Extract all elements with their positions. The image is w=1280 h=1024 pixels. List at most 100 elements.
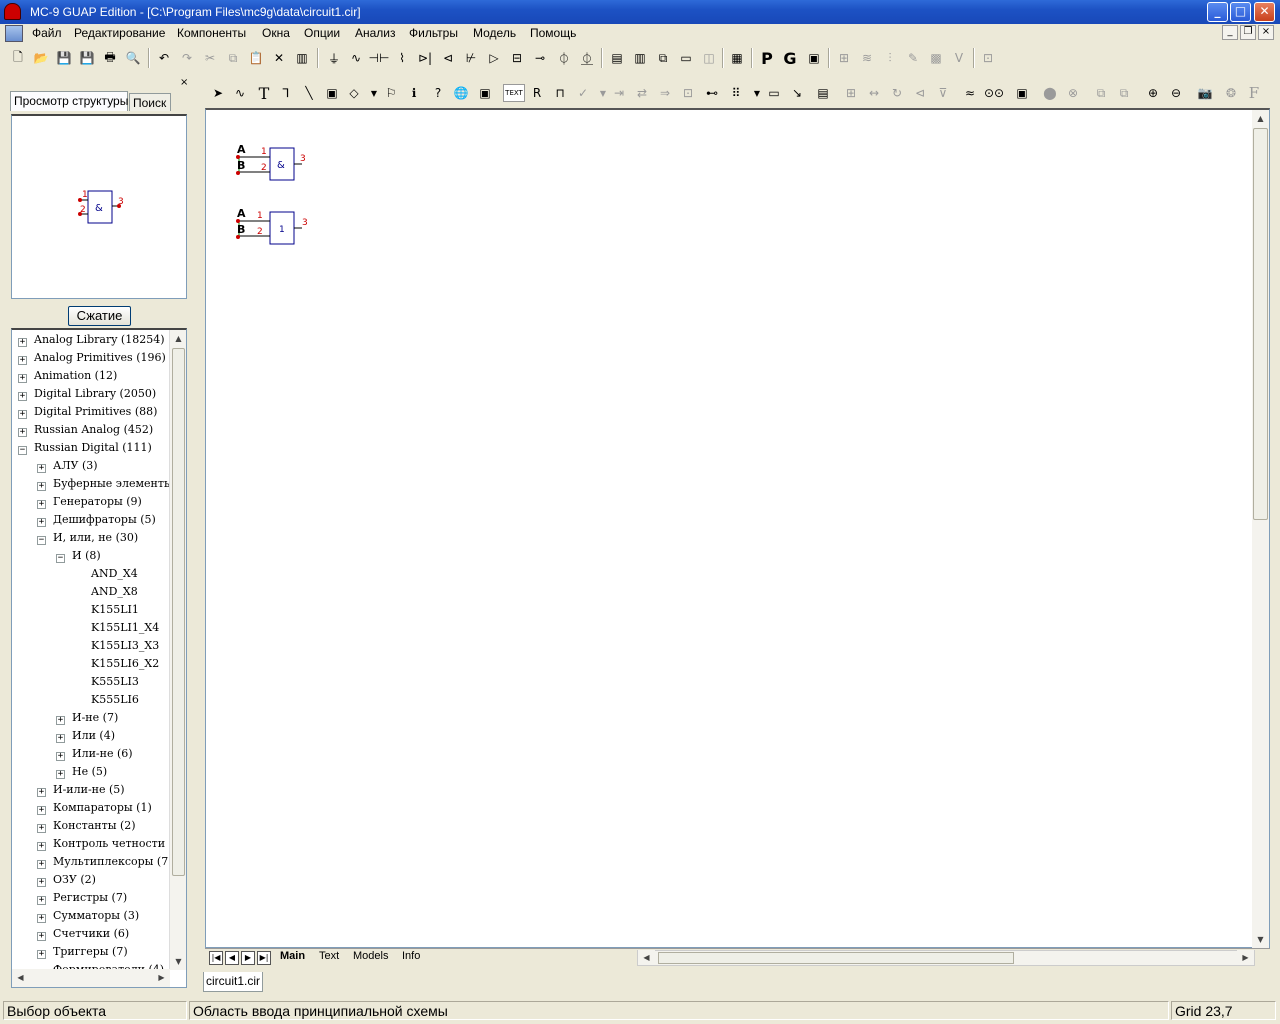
power-icon[interactable]: ⇄ bbox=[633, 84, 651, 102]
delete-icon[interactable]: ✕ bbox=[270, 49, 288, 67]
redo-icon[interactable]: ↷ bbox=[178, 49, 196, 67]
menu-analysis[interactable]: Анализ bbox=[355, 26, 396, 40]
font-icon[interactable]: F bbox=[1245, 84, 1263, 102]
tree-item[interactable]: Генераторы (9) bbox=[53, 495, 142, 508]
tree-leaf[interactable]: K155LI6_X2 bbox=[91, 657, 159, 670]
tree-item[interactable]: ОЗУ (2) bbox=[53, 873, 96, 886]
tree-horizontal-scrollbar[interactable]: ◀ ▶ bbox=[12, 969, 170, 987]
pin-connection-icon[interactable]: ⊷ bbox=[703, 84, 721, 102]
p-icon[interactable]: P bbox=[758, 49, 776, 68]
expand-icon[interactable]: + bbox=[37, 464, 46, 473]
expand-icon[interactable]: + bbox=[18, 374, 27, 383]
tree-item[interactable]: Russian Analog (452) bbox=[34, 423, 153, 436]
wave-find-icon[interactable]: ≈ bbox=[961, 84, 979, 102]
scroll-down-icon[interactable]: ▼ bbox=[170, 953, 186, 970]
properties-icon[interactable]: ▤ bbox=[814, 84, 832, 102]
expand-icon[interactable]: + bbox=[18, 356, 27, 365]
split-window-icon[interactable]: ◫ bbox=[700, 49, 718, 67]
menu-filters[interactable]: Фильтры bbox=[409, 26, 458, 40]
tree-item[interactable]: Animation (12) bbox=[34, 369, 117, 382]
tree-item[interactable]: Компараторы (1) bbox=[53, 801, 152, 814]
tree-leaf[interactable]: AND_X8 bbox=[91, 585, 138, 598]
expand-icon[interactable]: + bbox=[37, 950, 46, 959]
dropdown-icon[interactable]: ▼ bbox=[748, 84, 766, 102]
stop-icon[interactable]: ⊗ bbox=[1064, 84, 1082, 102]
canvas-vertical-scrollbar[interactable]: ▲ ▼ bbox=[1252, 110, 1269, 948]
expand-icon[interactable]: + bbox=[37, 518, 46, 527]
window-icon[interactable]: ▭ bbox=[677, 49, 695, 67]
node-numbers-icon[interactable]: ⊓ bbox=[551, 84, 569, 102]
tab-models[interactable]: Models bbox=[350, 950, 391, 966]
image-icon[interactable]: ▩ bbox=[927, 49, 945, 67]
calculator-icon[interactable]: ▦ bbox=[728, 49, 746, 67]
prev-sheet-icon[interactable]: ◀ bbox=[225, 951, 239, 965]
first-sheet-icon[interactable]: |◀ bbox=[209, 951, 223, 965]
binoculars-icon[interactable]: ⊙⊙ bbox=[984, 84, 1004, 102]
tree-leaf[interactable]: K555LI6 bbox=[91, 693, 139, 706]
undo-icon[interactable]: ↶ bbox=[155, 49, 173, 67]
tree-leaf[interactable]: K155LI1 bbox=[91, 603, 139, 616]
switch-icon[interactable]: ⊸ bbox=[531, 49, 549, 67]
save-icon[interactable]: 💾 bbox=[55, 49, 73, 67]
scroll-right-icon[interactable]: ▶ bbox=[1237, 950, 1254, 965]
component-icon[interactable]: ▥ bbox=[293, 49, 311, 67]
info-icon[interactable]: ℹ bbox=[405, 84, 423, 102]
menu-file[interactable]: Файл bbox=[32, 26, 62, 40]
copy-icon[interactable]: ⧉ bbox=[224, 49, 242, 67]
tree-item[interactable]: Digital Primitives (88) bbox=[34, 405, 157, 418]
tab-main[interactable]: Main bbox=[277, 950, 308, 966]
file-tab[interactable]: circuit1.cir bbox=[203, 972, 263, 992]
mdi-minimize-icon[interactable]: _ bbox=[1222, 25, 1238, 40]
menu-components[interactable]: Компоненты bbox=[177, 26, 246, 40]
scroll-left-icon[interactable]: ◀ bbox=[638, 950, 655, 965]
scroll-up-icon[interactable]: ▲ bbox=[1252, 110, 1269, 127]
bus-icon[interactable]: ▣ bbox=[323, 84, 341, 102]
ground-icon[interactable]: ⏚ bbox=[325, 49, 343, 67]
tree-leaf[interactable]: K155LI1_X4 bbox=[91, 621, 159, 634]
next-sheet-icon[interactable]: ▶ bbox=[241, 951, 255, 965]
save-all-icon[interactable]: 💾 bbox=[78, 49, 96, 67]
expand-icon[interactable]: + bbox=[37, 860, 46, 869]
grid-icon[interactable]: ⊞ bbox=[835, 49, 853, 67]
text-toggle-icon[interactable]: TEXT bbox=[503, 84, 525, 102]
collapse-icon[interactable]: − bbox=[18, 446, 27, 455]
diode-icon[interactable]: ⊳| bbox=[416, 49, 434, 67]
tree-item[interactable]: Контроль четности ( bbox=[53, 837, 173, 850]
diagonal-wire-icon[interactable]: ╲ bbox=[300, 84, 318, 102]
cascade-icon[interactable]: ⧉ bbox=[654, 49, 672, 67]
scroll-down-icon[interactable]: ▼ bbox=[1252, 931, 1269, 948]
group-icon[interactable]: ⧉ bbox=[1092, 84, 1110, 102]
voltage-icon[interactable]: ✓ bbox=[574, 84, 592, 102]
expand-icon[interactable]: + bbox=[37, 896, 46, 905]
ortho-wire-icon[interactable]: ⅂ bbox=[277, 84, 295, 102]
panel-close-icon[interactable]: × bbox=[180, 77, 188, 88]
tree-item[interactable]: Регистры (7) bbox=[53, 891, 127, 904]
menu-windows[interactable]: Окна bbox=[262, 26, 290, 40]
last-sheet-icon[interactable]: ▶| bbox=[257, 951, 271, 965]
current-source-icon[interactable]: ⏂ bbox=[578, 49, 596, 67]
schematic-canvas[interactable]: A B 1 2 3 & A B 1 2 3 1 ▲ ▼ bbox=[205, 108, 1270, 948]
vd-icon[interactable]: V bbox=[950, 49, 968, 67]
presentation-icon[interactable]: ▣ bbox=[1013, 84, 1031, 102]
tree-item[interactable]: Analog Primitives (196) bbox=[34, 351, 166, 364]
component-color-icon[interactable]: ▣ bbox=[476, 84, 494, 102]
scroll-thumb[interactable] bbox=[658, 952, 1014, 964]
ungroup-icon[interactable]: ⧉ bbox=[1115, 84, 1133, 102]
expand-icon[interactable]: + bbox=[18, 338, 27, 347]
tab-info[interactable]: Info bbox=[399, 950, 423, 966]
expand-icon[interactable]: + bbox=[37, 932, 46, 941]
tree-item[interactable]: Дешифраторы (5) bbox=[53, 513, 156, 526]
tree-leaf[interactable]: K555LI3 bbox=[91, 675, 139, 688]
condition-icon[interactable]: ⇒ bbox=[656, 84, 674, 102]
tree-item[interactable]: И (8) bbox=[72, 549, 101, 562]
select-arrow-icon[interactable]: ➤ bbox=[209, 84, 227, 102]
border-icon[interactable]: ▭ bbox=[765, 84, 783, 102]
scroll-thumb[interactable] bbox=[172, 348, 185, 876]
app-icon[interactable] bbox=[4, 3, 21, 20]
menu-model[interactable]: Модель bbox=[473, 26, 516, 40]
mdi-close-icon[interactable]: × bbox=[1258, 25, 1274, 40]
open-file-icon[interactable]: 📂 bbox=[32, 49, 50, 67]
expand-icon[interactable]: + bbox=[56, 734, 65, 743]
tree-leaf[interactable]: K155LI3_X3 bbox=[91, 639, 159, 652]
help-icon[interactable]: ? bbox=[429, 84, 447, 102]
